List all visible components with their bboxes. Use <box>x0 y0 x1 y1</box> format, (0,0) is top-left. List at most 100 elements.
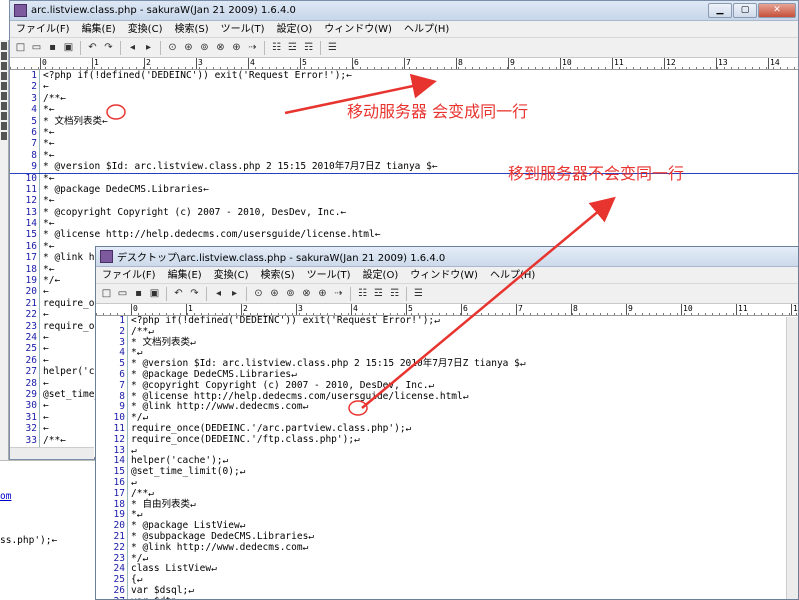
search-icon[interactable]: ⊙ <box>165 40 180 55</box>
menu-item-6[interactable]: ウィンドウ(W) <box>404 267 484 284</box>
front-ruler: 0123456789101112 <box>96 304 798 316</box>
menu-item-5[interactable]: 設定(O) <box>357 267 405 284</box>
menu-item-4[interactable]: ツール(T) <box>301 267 357 284</box>
code-line[interactable]: 26 var $dsql;↵ <box>96 585 798 597</box>
code-line[interactable]: 12 *← <box>10 195 798 206</box>
code-line[interactable]: 16 ↵ <box>96 477 798 489</box>
background-window-strip <box>0 40 9 460</box>
minimize-button[interactable]: ▁ <box>708 3 732 18</box>
menu-item-5[interactable]: 設定(O) <box>271 21 319 38</box>
ruler-tick-label: 0 <box>40 58 47 69</box>
annotation-bottom: 移到服务器不会变同一行 <box>508 164 685 183</box>
macro-icon[interactable]: ☶ <box>301 40 316 55</box>
code-text: * @version $Id: arc.listview.class.php 2… <box>43 161 438 173</box>
ruler-tick-label: 11 <box>736 304 748 315</box>
replace-icon[interactable]: ⊗ <box>299 286 314 301</box>
redo-icon[interactable]: ↷ <box>187 286 202 301</box>
macro-icon[interactable]: ☶ <box>387 286 402 301</box>
line-number: 13 <box>25 206 37 218</box>
front-editor-area[interactable]: 1 <?php if(!defined('DEDEINC')) exit('Req… <box>96 316 798 599</box>
maximize-button[interactable]: ▢ <box>733 3 757 18</box>
annotation-top: 移动服务器 会变成同一行 <box>347 102 529 121</box>
back-icon[interactable]: ◂ <box>125 40 140 55</box>
front-vertical-scrollbar[interactable] <box>786 317 798 599</box>
open-folder-icon[interactable]: ▭ <box>115 286 130 301</box>
menu-item-3[interactable]: 検索(S) <box>254 267 300 284</box>
menu-item-2[interactable]: 変換(C) <box>208 267 255 284</box>
ruler-tick-label: 2 <box>241 304 248 315</box>
code-line[interactable]: 2 ← <box>10 81 798 92</box>
sakura-app-icon <box>100 250 113 263</box>
menu-item-1[interactable]: 編集(E) <box>162 267 208 284</box>
forward-icon[interactable]: ▸ <box>227 286 242 301</box>
settings-icon[interactable]: ☰ <box>411 286 426 301</box>
outline-icon[interactable]: ☷ <box>269 40 284 55</box>
code-line[interactable]: 2 /**↵ <box>96 326 798 338</box>
menu-item-6[interactable]: ウィンドウ(W) <box>318 21 398 38</box>
save-icon[interactable]: ▪ <box>45 40 60 55</box>
code-line[interactable]: 15 * @license http://help.dedecms.com/us… <box>10 229 798 240</box>
line-number: 29 <box>25 388 37 400</box>
menu-item-3[interactable]: 検索(S) <box>168 21 214 38</box>
open-folder-icon[interactable]: ▭ <box>29 40 44 55</box>
back-icon[interactable]: ◂ <box>211 286 226 301</box>
outline-icon[interactable]: ☷ <box>355 286 370 301</box>
search-icon[interactable]: ⊙ <box>251 286 266 301</box>
search-next-icon[interactable]: ⊛ <box>181 40 196 55</box>
ruler-tick-label: 14 <box>768 58 780 69</box>
code-line[interactable]: 24 class ListView↵ <box>96 564 798 575</box>
compare-icon[interactable]: ☲ <box>371 286 386 301</box>
menu-item-2[interactable]: 変換(C) <box>122 21 169 38</box>
new-file-icon[interactable]: □ <box>13 40 28 55</box>
compare-icon[interactable]: ☲ <box>285 40 300 55</box>
save-all-icon[interactable]: ▣ <box>61 40 76 55</box>
menu-item-7[interactable]: ヘルプ(H) <box>398 21 455 38</box>
code-line[interactable]: 1 <?php if(!defined('DEDEINC')) exit('Req… <box>96 316 798 327</box>
code-line[interactable]: 15 @set_time_limit(0);↵ <box>96 466 798 478</box>
grep-icon[interactable]: ⊕ <box>229 40 244 55</box>
code-line[interactable]: 13 * @copyright Copyright (c) 2007 - 201… <box>10 207 798 218</box>
line-number: 10 <box>25 172 37 184</box>
line-number: 12 <box>113 433 125 445</box>
ruler-tick-label: 12 <box>664 58 676 69</box>
undo-icon[interactable]: ↶ <box>171 286 186 301</box>
code-line[interactable]: 3 * 文档列表类↵ <box>96 337 798 349</box>
search-prev-icon[interactable]: ⊚ <box>197 40 212 55</box>
jump-icon[interactable]: ⇢ <box>245 40 260 55</box>
code-line[interactable]: 7 * @copyright Copyright (c) 2007 - 2010… <box>96 380 798 392</box>
code-line[interactable]: 6 *← <box>10 127 798 138</box>
undo-icon[interactable]: ↶ <box>85 40 100 55</box>
jump-icon[interactable]: ⇢ <box>331 286 346 301</box>
code-line[interactable]: 17 /**↵ <box>96 488 798 500</box>
line-number: 12 <box>25 195 37 207</box>
search-next-icon[interactable]: ⊛ <box>267 286 282 301</box>
back-horizontal-scrollbar[interactable] <box>10 447 94 459</box>
code-line[interactable]: 1 <?php if(!defined('DEDEINC')) exit('Req… <box>10 70 798 81</box>
code-line[interactable]: 18 * 自由列表类↵ <box>96 499 798 511</box>
redo-icon[interactable]: ↷ <box>101 40 116 55</box>
replace-icon[interactable]: ⊗ <box>213 40 228 55</box>
settings-icon[interactable]: ☰ <box>325 40 340 55</box>
menu-item-0[interactable]: ファイル(F) <box>96 267 162 284</box>
back-title-bar[interactable]: arc.listview.class.php - sakuraW(Jan 21 … <box>10 1 798 21</box>
code-line[interactable]: 14 *← <box>10 218 798 229</box>
front-title-bar[interactable]: デスクトップ\arc.listview.class.php - sakuraW(… <box>96 247 798 267</box>
code-line[interactable]: 12 require_once(DEDEINC.'/ftp.class.php')… <box>96 433 798 446</box>
code-line[interactable]: 7 *← <box>10 138 798 149</box>
code-line[interactable]: 11 * @package DedeCMS.Libraries← <box>10 184 798 195</box>
close-button[interactable]: ✕ <box>758 3 796 18</box>
search-prev-icon[interactable]: ⊚ <box>283 286 298 301</box>
save-all-icon[interactable]: ▣ <box>147 286 162 301</box>
code-line[interactable]: 25 {↵ <box>96 574 798 586</box>
menu-item-7[interactable]: ヘルプ(H) <box>484 267 541 284</box>
grep-icon[interactable]: ⊕ <box>315 286 330 301</box>
new-file-icon[interactable]: □ <box>99 286 114 301</box>
save-icon[interactable]: ▪ <box>131 286 146 301</box>
menu-item-4[interactable]: ツール(T) <box>215 21 271 38</box>
line-number: 28 <box>25 377 37 389</box>
menu-item-1[interactable]: 編集(E) <box>76 21 122 38</box>
forward-icon[interactable]: ▸ <box>141 40 156 55</box>
code-line[interactable]: 22 * @link http://www.dedecms.com↵ <box>96 542 798 554</box>
menu-item-0[interactable]: ファイル(F) <box>10 21 76 38</box>
code-line[interactable]: 9 * @link http://www.dedecms.com↵ <box>96 402 798 413</box>
